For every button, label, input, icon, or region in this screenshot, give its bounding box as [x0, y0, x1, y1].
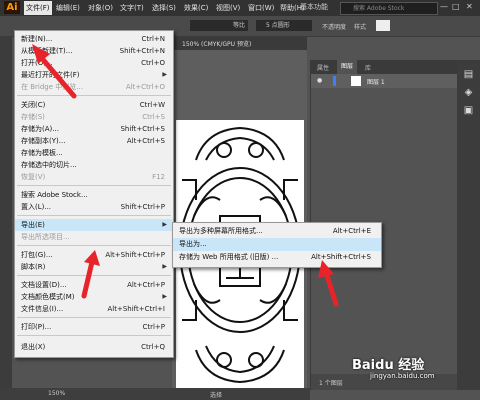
- baidu-watermark: Baidu 经验: [352, 358, 425, 373]
- annotation-arrows: [32, 44, 339, 307]
- arrow-head-icon: [318, 260, 334, 278]
- arrow-head-icon: [84, 250, 100, 266]
- watermark-url: jingyan.baidu.com: [370, 372, 435, 380]
- arrow-to-export-as-icon: [323, 269, 339, 307]
- arrow-to-new-icon: [37, 53, 77, 99]
- arrow-to-export-icon: [81, 259, 95, 299]
